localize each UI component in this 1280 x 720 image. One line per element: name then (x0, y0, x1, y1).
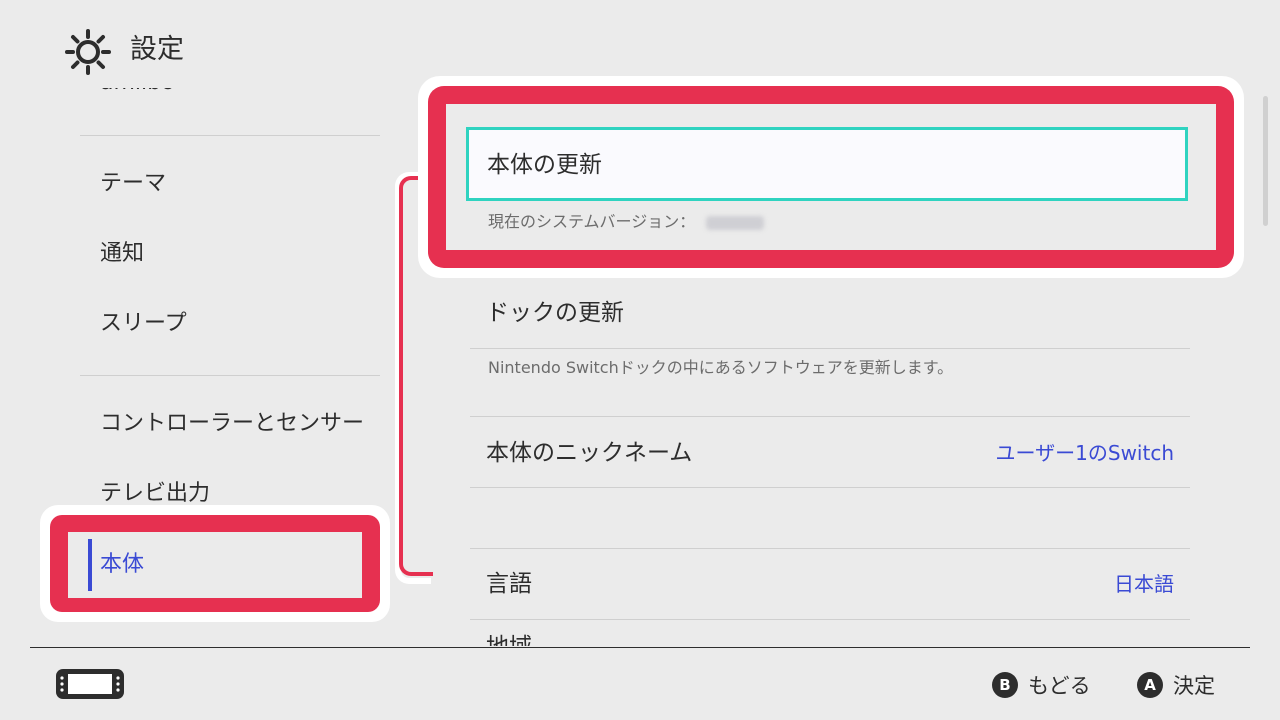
region-row-cut[interactable]: 地域 (486, 632, 586, 646)
confirm-label: 決定 (1173, 674, 1215, 698)
sidebar-item-amiibo[interactable]: amiibo (100, 88, 175, 98)
footer-divider (30, 647, 1250, 648)
language-row[interactable]: 言語 日本語 (470, 569, 1190, 603)
system-version-value-redacted (706, 216, 764, 230)
row-divider (470, 487, 1190, 488)
console-icon (56, 669, 124, 699)
system-update-label: 本体の更新 (487, 152, 602, 178)
sidebar-divider (80, 375, 380, 376)
sidebar-item-sleep[interactable]: スリープ (100, 309, 187, 339)
row-divider (470, 548, 1190, 549)
header: 設定 (0, 0, 1280, 88)
dock-update-description: Nintendo Switchドックの中にあるソフトウェアを更新します。 (488, 358, 954, 377)
language-value: 日本語 (1114, 572, 1174, 596)
nickname-row[interactable]: 本体のニックネーム ユーザー1のSwitch (470, 438, 1190, 472)
gear-icon (65, 29, 111, 75)
selection-indicator (88, 539, 92, 591)
back-button[interactable]: B もどる (992, 669, 1091, 701)
row-divider (470, 619, 1190, 620)
sidebar-item-label: 本体 (100, 552, 145, 577)
a-button-icon: A (1137, 672, 1163, 698)
language-label: 言語 (486, 571, 532, 597)
dock-update-button[interactable]: ドックの更新 (470, 298, 1190, 348)
nickname-label: 本体のニックネーム (486, 440, 693, 466)
system-update-button[interactable]: 本体の更新 (466, 127, 1188, 201)
nickname-value: ユーザー1のSwitch (995, 441, 1174, 465)
page-title: 設定 (130, 34, 184, 65)
sidebar-item-theme[interactable]: テーマ (100, 169, 166, 199)
b-button-icon: B (992, 672, 1018, 698)
row-divider (470, 348, 1190, 349)
row-divider (470, 416, 1190, 417)
scrollbar[interactable] (1263, 96, 1268, 226)
back-label: もどる (1028, 674, 1091, 698)
sidebar-item-notifications[interactable]: 通知 (100, 239, 144, 269)
sidebar-item-controllers[interactable]: コントローラーとセンサー (100, 409, 364, 439)
confirm-button[interactable]: A 決定 (1137, 669, 1215, 701)
sidebar-divider (80, 135, 380, 136)
system-version-label: 現在のシステムバージョン： (488, 212, 696, 231)
region-label: 地域 (486, 632, 586, 646)
dock-update-label: ドックの更新 (486, 300, 624, 326)
dock-update-description-row: Nintendo Switchドックの中にあるソフトウェアを更新します。 (470, 356, 1190, 386)
